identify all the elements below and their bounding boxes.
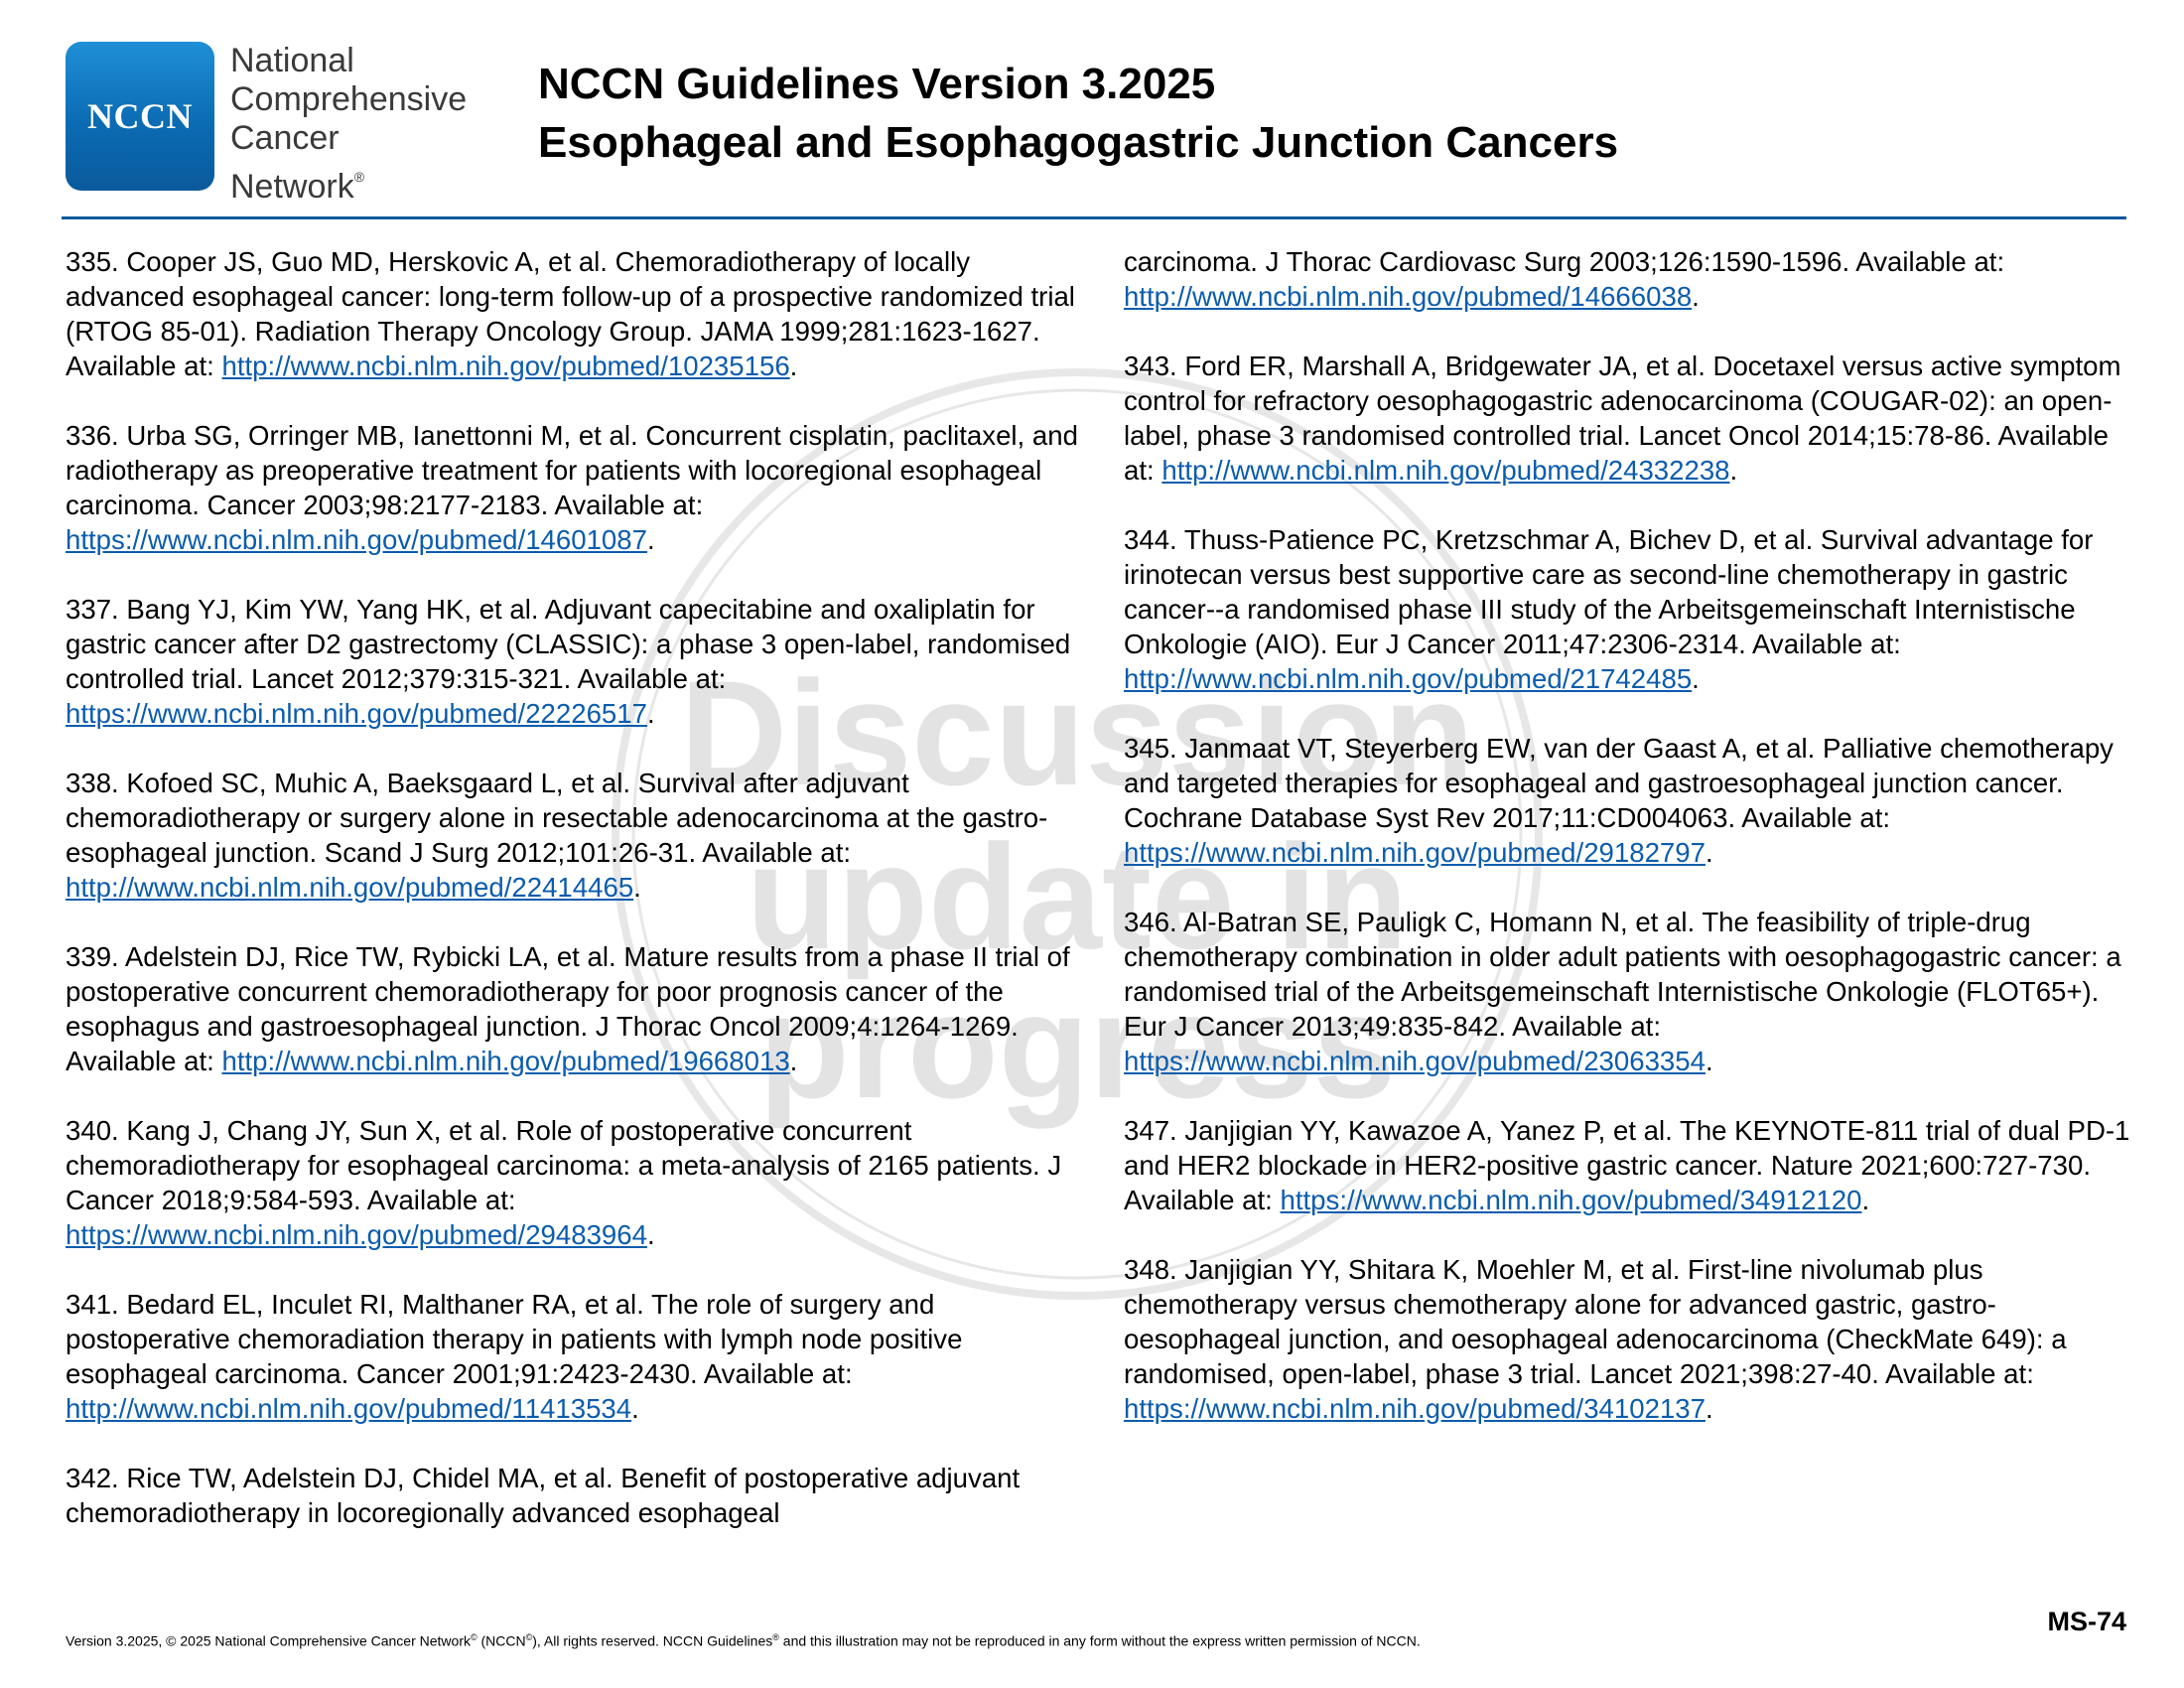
footer-part-1: Version 3.2025, © 2025 National Comprehe… (66, 1632, 471, 1649)
reference-text: 344. Thuss-Patience PC, Kretzschmar A, B… (1124, 524, 2094, 659)
reference-end: . (1705, 1393, 1713, 1424)
reference-348: 348. Janjigian YY, Shitara K, Moehler M,… (1124, 1252, 2131, 1426)
reference-343: 343. Ford ER, Marshall A, Bridgewater JA… (1124, 349, 2131, 488)
title-line-1: NCCN Guidelines Version 3.2025 (538, 60, 1216, 108)
pubmed-link[interactable]: https://www.ncbi.nlm.nih.gov/pubmed/1460… (66, 524, 647, 555)
org-line-3: Cancer (230, 119, 340, 157)
reference-335: 335. Cooper JS, Guo MD, Herskovic A, et … (66, 244, 1088, 383)
pubmed-link[interactable]: https://www.ncbi.nlm.nih.gov/pubmed/3491… (1281, 1185, 1862, 1215)
reference-text: 341. Bedard EL, Inculet RI, Malthaner RA… (66, 1289, 963, 1389)
reference-end: . (789, 1046, 798, 1076)
document-title: NCCN Guidelines Version 3.2025 Esophagea… (538, 55, 1618, 172)
footer-part-4: and this illustration may not be reprodu… (778, 1632, 1421, 1649)
registered-mark: ® (772, 1632, 779, 1642)
reference-342-continued: carcinoma. J Thorac Cardiovasc Surg 2003… (1124, 244, 2131, 314)
nccn-logo: NCCN (66, 42, 214, 191)
footer-part-3: ), All rights reserved. NCCN Guidelines (532, 1632, 773, 1649)
reference-text: 345. Janmaat VT, Steyerberg EW, van der … (1124, 733, 2114, 833)
reference-340: 340. Kang J, Chang JY, Sun X, et al. Rol… (66, 1113, 1088, 1252)
reference-341: 341. Bedard EL, Inculet RI, Malthaner RA… (66, 1287, 1088, 1426)
pubmed-link[interactable]: https://www.ncbi.nlm.nih.gov/pubmed/2948… (66, 1219, 647, 1250)
copyright-mark: © (470, 1632, 478, 1642)
reference-345: 345. Janmaat VT, Steyerberg EW, van der … (1124, 731, 2131, 870)
pubmed-link[interactable]: http://www.ncbi.nlm.nih.gov/pubmed/10235… (222, 351, 790, 381)
pubmed-link[interactable]: http://www.ncbi.nlm.nih.gov/pubmed/19668… (222, 1046, 790, 1076)
copyright-footer: Version 3.2025, © 2025 National Comprehe… (66, 1632, 1421, 1649)
reference-336: 336. Urba SG, Orringer MB, Ianettonni M,… (66, 418, 1088, 557)
reference-text: 337. Bang YJ, Kim YW, Yang HK, et al. Ad… (66, 594, 1071, 694)
reference-end: . (1705, 1046, 1713, 1076)
references-left-column: 335. Cooper JS, Guo MD, Herskovic A, et … (66, 244, 1088, 1565)
pubmed-link[interactable]: http://www.ncbi.nlm.nih.gov/pubmed/21742… (1124, 663, 1692, 694)
pubmed-link[interactable]: http://www.ncbi.nlm.nih.gov/pubmed/14666… (1124, 281, 1692, 312)
title-line-2: Esophageal and Esophagogastric Junction … (538, 118, 1619, 167)
reference-344: 344. Thuss-Patience PC, Kretzschmar A, B… (1124, 522, 2131, 696)
pubmed-link[interactable]: https://www.ncbi.nlm.nih.gov/pubmed/2306… (1124, 1046, 1706, 1076)
reference-text: 340. Kang J, Chang JY, Sun X, et al. Rol… (66, 1115, 1062, 1215)
reference-347: 347. Janjigian YY, Kawazoe A, Yanez P, e… (1124, 1113, 2131, 1217)
reference-end: . (633, 872, 641, 903)
pubmed-link[interactable]: http://www.ncbi.nlm.nih.gov/pubmed/22414… (66, 872, 633, 903)
logo-text: NCCN (87, 96, 193, 136)
org-line-1: National (230, 42, 354, 79)
reference-text: 336. Urba SG, Orringer MB, Ianettonni M,… (66, 420, 1078, 520)
organization-name: National Comprehensive Cancer Network® (230, 42, 467, 207)
pubmed-link[interactable]: https://www.ncbi.nlm.nih.gov/pubmed/2222… (66, 698, 647, 729)
reference-text: 342. Rice TW, Adelstein DJ, Chidel MA, e… (66, 1463, 1021, 1528)
pubmed-link[interactable]: http://www.ncbi.nlm.nih.gov/pubmed/24332… (1161, 455, 1729, 486)
reference-338: 338. Kofoed SC, Muhic A, Baeksgaard L, e… (66, 766, 1088, 905)
pubmed-link[interactable]: https://www.ncbi.nlm.nih.gov/pubmed/2918… (1124, 837, 1706, 868)
reference-end: . (646, 524, 655, 555)
pubmed-link[interactable]: https://www.ncbi.nlm.nih.gov/pubmed/3410… (1124, 1393, 1706, 1424)
header-divider (62, 216, 2126, 219)
org-line-4-text: Network (230, 168, 354, 206)
reference-end: . (646, 1219, 655, 1250)
registered-mark: ® (353, 169, 365, 185)
references-right-column: carcinoma. J Thorac Cardiovasc Surg 2003… (1124, 244, 2131, 1461)
reference-end: . (646, 698, 655, 729)
reference-337: 337. Bang YJ, Kim YW, Yang HK, et al. Ad… (66, 592, 1088, 731)
org-line-2: Comprehensive (230, 80, 468, 118)
reference-346: 346. Al-Batran SE, Pauligk C, Homann N, … (1124, 905, 2131, 1078)
reference-342: 342. Rice TW, Adelstein DJ, Chidel MA, e… (66, 1461, 1088, 1530)
reference-text: 338. Kofoed SC, Muhic A, Baeksgaard L, e… (66, 768, 1048, 868)
reference-end: . (631, 1393, 639, 1424)
reference-end: . (789, 351, 798, 381)
org-line-4: Network® (230, 158, 467, 207)
reference-end: . (1692, 663, 1700, 694)
reference-text: 346. Al-Batran SE, Pauligk C, Homann N, … (1124, 907, 2121, 1042)
reference-end: . (1861, 1185, 1870, 1215)
reference-text: carcinoma. J Thorac Cardiovasc Surg 2003… (1124, 246, 2005, 277)
reference-end: . (1729, 455, 1738, 486)
footer-part-2: (NCCN (477, 1632, 526, 1649)
page-number: MS-74 (2047, 1607, 2126, 1636)
reference-end: . (1692, 281, 1700, 312)
reference-text: 348. Janjigian YY, Shitara K, Moehler M,… (1124, 1254, 2067, 1389)
reference-end: . (1705, 837, 1713, 868)
reference-339: 339. Adelstein DJ, Rice TW, Rybicki LA, … (66, 939, 1088, 1078)
pubmed-link[interactable]: http://www.ncbi.nlm.nih.gov/pubmed/11413… (66, 1393, 631, 1424)
